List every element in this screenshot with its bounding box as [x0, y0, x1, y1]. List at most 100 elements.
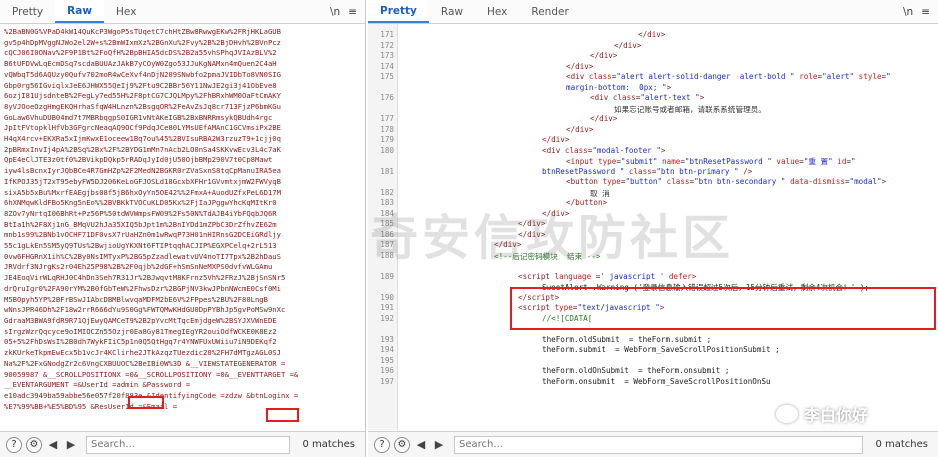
raw-line: cQCJ06I0ONav%2F9P1Bt%2FoQfH%2BpBHIA5dcDS… [4, 48, 277, 58]
code-line: 176 <div class="alert-text "> [368, 93, 938, 104]
line-content: </button> [566, 198, 608, 207]
raw-line: %2BaBN0G%VPaD4kW14QuKcP3WgoP5sTUqetC7chH… [4, 27, 281, 36]
line-content: <button type="button" class="btn btn-sec… [566, 177, 887, 186]
line-content: </div> [518, 229, 546, 239]
raw-line: GdraaM3BWA9fdR9R71QjEwyQAMCeT9%2B2pYvcMt… [4, 315, 277, 325]
response-code-view[interactable]: 171 </div> 172 </div> 173 </div> 174 </div> 175 <… [368, 24, 938, 430]
settings-icon[interactable]: ⚙ [394, 436, 410, 453]
code-line: 187 </div> [368, 240, 938, 251]
menu-icon[interactable]: ≡ [921, 6, 930, 18]
raw-line: 8ZOv7yNrtqI06BhRt+Pz56P%50tdWVWmpsFW09%2… [4, 208, 277, 218]
response-tabbar: Pretty Raw Hex Render \n ≡ [368, 0, 938, 24]
tab-raw[interactable]: Raw [429, 0, 475, 23]
search-input[interactable] [459, 439, 859, 450]
prev-match-icon[interactable]: ◀ [414, 437, 428, 453]
response-search-bar: ? ⚙ ◀ ▶ 0 matches [368, 431, 938, 457]
code-line: 如果忘记账号或者邮箱，请联系系统管理员。 [368, 104, 938, 115]
search-box[interactable] [454, 435, 864, 454]
code-line: 175 <div class="alert alert-solid-danger … [368, 72, 938, 83]
raw-line: JE4EoqVirWLqRHJ0C4hDn3Seh7R31Jr%2BJwqvtM… [4, 273, 286, 283]
tab-pretty[interactable]: Pretty [368, 0, 429, 23]
next-match-icon[interactable]: ▶ [432, 437, 446, 453]
prev-match-icon[interactable]: ◀ [46, 437, 60, 453]
line-number: 187 [380, 240, 394, 249]
code-line: <input type="submit" name="btnResetPassw… [368, 156, 938, 167]
raw-line: 0vw6FHGRnX1ih%C%2By0NsIMTyxP%2BG5pZzadle… [4, 251, 281, 261]
line-content: </div> [638, 30, 666, 39]
line-number: 177 [380, 114, 394, 123]
raw-line: %E7%99%BB+%E5%BD%95 &ResUserId =&Email = [4, 401, 178, 411]
line-number: 195 [380, 355, 394, 365]
next-match-icon[interactable]: ▶ [64, 437, 78, 453]
raw-line: 8yVJOoeOzgHmgEKQHrhaSfqW4HLnzn%2BsgqOR%2… [4, 101, 281, 111]
help-icon[interactable]: ? [6, 436, 22, 453]
raw-line: BtIa1h%2F8Xj1nG_BMqVU2hJa35XIQ5bJpt1m%2B… [4, 219, 277, 229]
raw-line: iyw4lsBcnxIyrJQbBCe4R7GmHZp%2F2MedN2BGKR… [4, 166, 281, 176]
raw-request-body[interactable]: %2BaBN0G%VPaD4kW14QuKcP3WgoP5sTUqetC7chH… [4, 27, 361, 429]
line-number: 172 [380, 40, 394, 50]
code-line: 171 </div> [368, 30, 938, 41]
raw-line: H4qX4rcv+EKXRa5xIjmKwxE1oceew1Bq7ou%45%2… [4, 134, 281, 144]
tab-pretty[interactable]: Pretty [0, 0, 55, 23]
settings-icon[interactable]: ⚙ [26, 436, 42, 453]
raw-line: vQWbqT5d6AQUzy0Qufv702moR4wCeXvf4nDjN209… [4, 69, 281, 79]
line-content: </div> [614, 40, 642, 50]
line-content: <script language =' javascript ' defer> [518, 271, 697, 281]
tab-hex[interactable]: Hex [104, 0, 148, 23]
line-content: </div> [590, 51, 618, 60]
tab-raw[interactable]: Raw [55, 0, 105, 23]
line-content: 取 消 [590, 188, 610, 198]
line-content: </div> [566, 124, 594, 134]
menu-icon[interactable]: ≡ [348, 6, 357, 18]
newline-toggle-icon[interactable]: \n [903, 6, 913, 18]
line-number: 197 [380, 376, 394, 386]
line-number: 190 [380, 292, 394, 302]
raw-line: mnb1s99%2BNb1vOCHF71DF0vsX7rUaHZn0m1wRwq… [4, 230, 281, 240]
raw-line: 90059987 &__SCROLLPOSITIONX =0&__SCROLLP… [4, 369, 299, 379]
code-line: 182 取 消 [368, 188, 938, 199]
line-content: 如果忘记账号或者邮箱，请联系系统管理员。 [614, 104, 766, 114]
raw-line: M5BOpyh5YP%2BFrBSwJ1AbcDBMBlwvqaMDFM2bE6… [4, 294, 268, 304]
code-line: 197 theForm.onsubmit = WebForm_SaveScroll… [368, 377, 938, 388]
line-content: </div> [518, 219, 546, 228]
code-line: 193 theForm.oldSubmit = theForm.submit ; [368, 335, 938, 346]
search-box[interactable] [86, 435, 291, 454]
line-number: 174 [380, 61, 394, 71]
search-input[interactable] [91, 439, 286, 450]
request-search-bar: ? ⚙ ◀ ▶ 0 matches [0, 431, 365, 457]
script-warning-highlight [510, 287, 936, 330]
line-content: </div> [566, 61, 594, 71]
raw-line: Na%2F%2FxGNodgZr2c6VngCXBUUOC%2BeIBi0W%3… [4, 358, 286, 368]
line-number: 194 [380, 345, 394, 354]
raw-line: B6tUFDVwLqEcmDSq7scdaBUUAzJAkB7yCOyW0Zgo… [4, 59, 277, 69]
raw-line: __EVENTARGUMENT =&UserId =admin &Passwor… [4, 380, 191, 390]
match-count: 0 matches [302, 439, 355, 450]
raw-line: GoLaw6VhuDUB04md7t7MBRbqgpS0IGR1vNtAKeIG… [4, 112, 273, 122]
code-line: 189 <script language =' javascript ' defe… [368, 272, 938, 283]
code-line: 194 theForm.submit = WebForm_SaveScrollPo… [368, 345, 938, 356]
line-content: </div> [542, 135, 570, 144]
line-content: </div> [494, 240, 522, 249]
code-line: 179 </div> [368, 135, 938, 146]
raw-line: 2pBRmxInvIj4pA%2BSq%2Bx%2F%2BYDG1mMn7nAc… [4, 144, 281, 154]
code-line: 186 </div> [368, 230, 938, 241]
raw-line: 6ozjI81UjsdnteB%2FegLy7ed55H%2F8ptCG7CJQ… [4, 91, 281, 101]
line-number: 180 [380, 145, 394, 155]
code-line: 177 </div> [368, 114, 938, 125]
code-line: 195 [368, 356, 938, 367]
tab-render[interactable]: Render [519, 0, 580, 23]
raw-line: gv5p4hDpMVggNJWo2el2W+s%2BmWIxmXz%2BGnXu… [4, 37, 281, 47]
code-line: <button type="button" class="btn btn-sec… [368, 177, 938, 188]
line-number: 178 [380, 124, 394, 134]
tab-hex[interactable]: Hex [475, 0, 519, 23]
line-content: <div class="alert-text "> [590, 93, 705, 102]
newline-toggle-icon[interactable]: \n [330, 6, 340, 18]
line-number: 181 [380, 166, 394, 176]
userid-highlight [128, 396, 164, 409]
line-number: 179 [380, 135, 394, 144]
help-icon[interactable]: ? [374, 436, 390, 453]
line-number: 189 [380, 271, 394, 281]
raw-line: 05+5%2FhDsWsI%2B0dh7WykFIiC5p1n0Q5QtHgq7… [4, 337, 277, 347]
line-number: 175 [380, 72, 394, 81]
code-line: 188 <!--后记密码模块 结束 --> [368, 251, 938, 262]
